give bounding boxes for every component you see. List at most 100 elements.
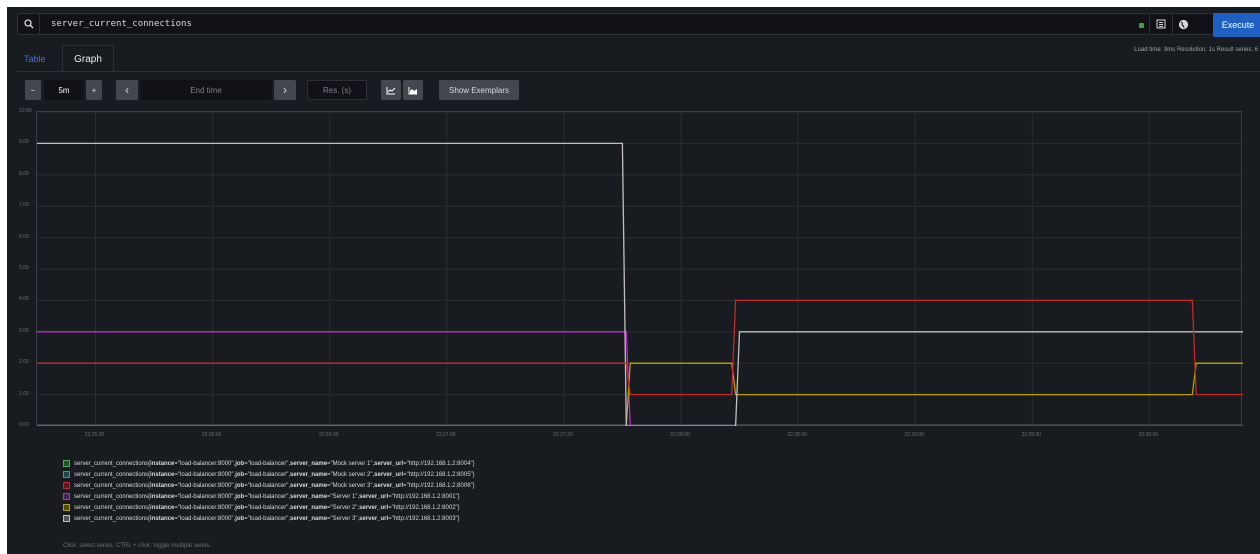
legend-label-key: server_name	[290, 460, 328, 467]
legend-label-key: job	[235, 515, 245, 522]
stacked-chart-button[interactable]	[403, 80, 423, 100]
x-tick-label: 22:28:00	[670, 432, 690, 438]
y-tick-label: 8.00	[19, 170, 29, 177]
legend-label-key: server_url	[374, 482, 404, 489]
y-tick-label: 9.00	[19, 139, 29, 146]
legend-label-text: ="Server 3",	[327, 515, 360, 522]
legend-item[interactable]: server_current_connections{instance ="loa…	[63, 458, 475, 469]
x-tick-label: 22:30:00	[1138, 432, 1159, 438]
legend-label-text: server_current_connections{	[74, 515, 151, 522]
legend-label-text: ="load-balancer",	[244, 515, 290, 522]
execute-button[interactable]: Execute	[1213, 13, 1260, 37]
legend-label-key: server_url	[374, 460, 404, 467]
tab-table[interactable]: Table	[24, 54, 46, 64]
legend-label-text: ="load-balancer:8000",	[174, 471, 236, 478]
range-decrease-button[interactable]: −	[25, 80, 41, 100]
legend-label-text: ="load-balancer",	[244, 504, 290, 511]
legend-label-text: ="http://192.168.1.2:8003"}	[388, 515, 460, 522]
legend-item[interactable]: server_current_connections{instance ="loa…	[63, 491, 475, 502]
legend-label-text: ="http://192.168.1.2:8001"}	[388, 493, 460, 500]
legend-swatch	[63, 482, 70, 489]
y-tick-label: 10.00	[19, 108, 32, 114]
x-tick-label: 22:29:00	[904, 432, 924, 438]
query-bar: server_current_connections Execute	[17, 13, 1260, 37]
globe-button[interactable]	[1172, 14, 1194, 34]
tab-divider	[17, 71, 1260, 72]
legend-label-text: ="load-balancer",	[244, 460, 290, 467]
legend-swatch	[63, 515, 70, 522]
series-line-mock-server-3[interactable]	[37, 299, 1243, 396]
legend-label-text: ="load-balancer:8000",	[174, 493, 236, 500]
x-tick-label: 22:27:00	[436, 432, 456, 438]
graph-area[interactable]	[36, 111, 1243, 427]
x-tick-label: 22:29:30	[1021, 432, 1041, 438]
legend-label-text: ="http://192.168.1.2:8006"}	[403, 482, 475, 489]
legend-item[interactable]: server_current_connections{instance ="loa…	[63, 469, 475, 480]
legend-label-text: ="Mock server 3",	[327, 482, 375, 489]
legend-label-text: ="Mock server 1",	[327, 460, 375, 467]
series-line-server-1[interactable]	[37, 331, 1243, 427]
range-input[interactable]: 5m	[44, 80, 84, 100]
legend-swatch	[63, 493, 70, 500]
metrics-explorer-button[interactable]	[1149, 14, 1171, 34]
unstacked-chart-button[interactable]	[381, 80, 401, 100]
legend-swatch	[63, 471, 70, 478]
x-tick-label: 22:28:30	[787, 432, 807, 438]
legend-swatch	[63, 504, 70, 511]
query-input[interactable]: server_current_connections	[51, 19, 192, 29]
end-time-input[interactable]: End time	[140, 80, 272, 100]
legend: server_current_connections{instance ="loa…	[63, 458, 475, 524]
legend-label-text: ="load-balancer:8000",	[174, 515, 236, 522]
legend-item[interactable]: server_current_connections{instance ="loa…	[63, 502, 475, 513]
x-tick-label: 22:26:00	[201, 432, 222, 438]
search-icon	[18, 14, 40, 34]
legend-item[interactable]: server_current_connections{instance ="loa…	[63, 480, 475, 491]
y-tick-label: 0.00	[19, 422, 29, 428]
legend-label-key: server_name	[290, 493, 328, 500]
line-chart-icon	[386, 86, 396, 94]
end-time-next-button[interactable]: ›	[274, 80, 296, 100]
legend-label-key: instance	[150, 504, 175, 511]
legend-label-text: server_current_connections{	[74, 504, 151, 511]
x-tick-label: 22:27:30	[553, 432, 573, 438]
x-tick-label: 22:26:30	[318, 432, 339, 438]
status-indicator	[1139, 23, 1144, 28]
legend-label-key: job	[235, 471, 245, 478]
legend-label-key: instance	[150, 471, 175, 478]
area-chart-icon	[408, 86, 417, 94]
series-line-server-3[interactable]	[37, 142, 1243, 427]
legend-label-text: ="load-balancer",	[244, 482, 290, 489]
legend-label-text: ="load-balancer",	[244, 471, 290, 478]
legend-label-key: server_name	[290, 504, 328, 511]
end-time-prev-button[interactable]: ‹	[116, 80, 138, 100]
legend-label-text: server_current_connections{	[74, 460, 151, 467]
legend-label-text: ="http://192.168.1.2:8005"}	[403, 471, 475, 478]
legend-label-text: ="load-balancer:8000",	[174, 460, 236, 467]
y-tick-label: 6.00	[19, 233, 29, 240]
range-increase-button[interactable]: +	[86, 80, 102, 100]
legend-label-text: ="load-balancer:8000",	[174, 482, 236, 489]
legend-label-key: job	[235, 482, 245, 489]
legend-label-key: server_url	[374, 471, 404, 478]
y-tick-label: 7.00	[19, 202, 29, 209]
legend-swatch	[63, 460, 70, 467]
legend-label-key: job	[235, 493, 245, 500]
legend-label-key: server_name	[290, 471, 328, 478]
resolution-input[interactable]: Res. (s)	[307, 80, 367, 100]
y-tick-label: 2.00	[19, 359, 29, 366]
list-icon	[1156, 19, 1165, 29]
legend-label-key: instance	[150, 482, 175, 489]
y-tick-label: 4.00	[19, 296, 29, 303]
y-tick-label: 5.00	[19, 265, 29, 271]
prometheus-app: server_current_connections Execute Table…	[7, 7, 1260, 554]
tab-graph[interactable]: Graph	[62, 45, 114, 72]
legend-label-text: ="http://192.168.1.2:8004"}	[403, 460, 475, 467]
legend-label-key: instance	[150, 515, 175, 522]
legend-label-key: server_url	[359, 515, 389, 522]
legend-label-key: instance	[150, 493, 175, 500]
legend-label-text: ="load-balancer",	[244, 493, 290, 500]
legend-label-key: job	[235, 504, 245, 511]
legend-item[interactable]: server_current_connections{instance ="loa…	[63, 513, 475, 524]
y-tick-label: 1.00	[19, 390, 29, 397]
show-exemplars-button[interactable]: Show Exemplars	[439, 80, 519, 100]
